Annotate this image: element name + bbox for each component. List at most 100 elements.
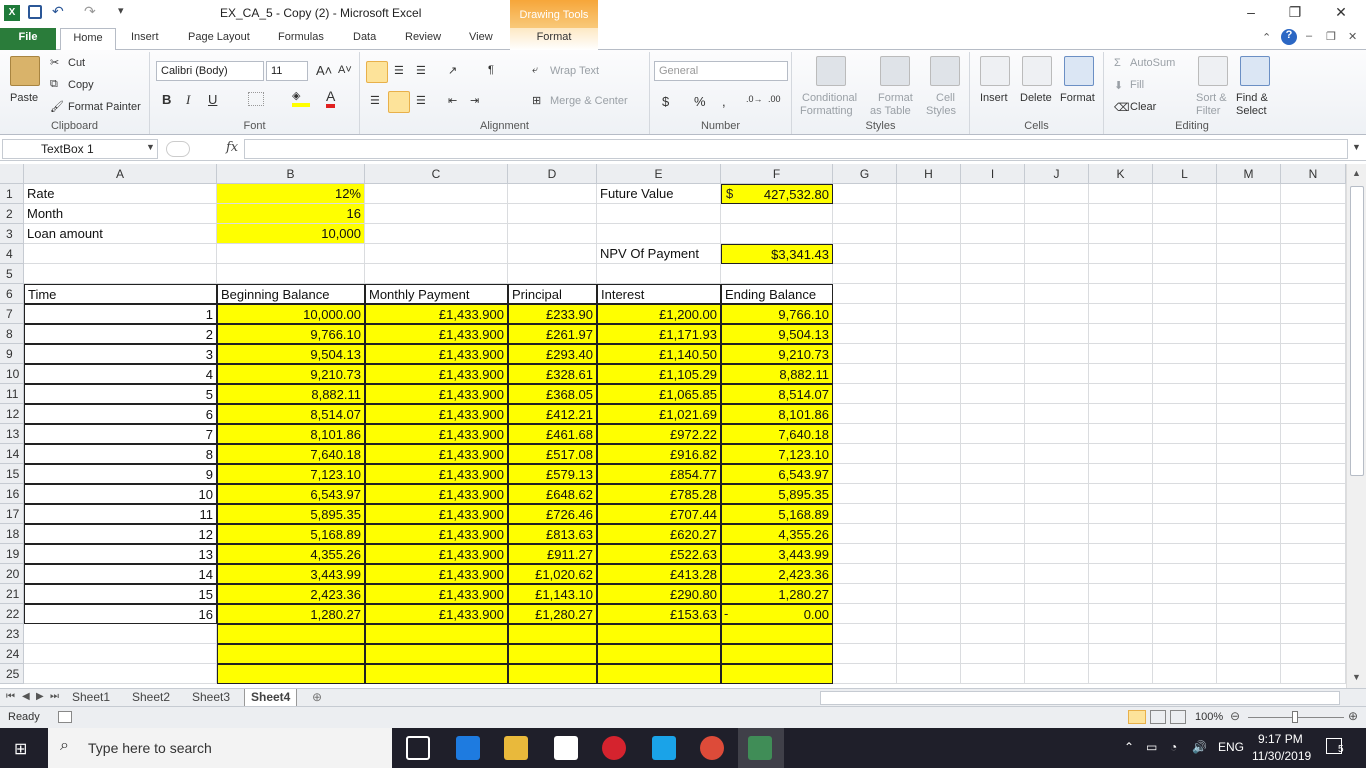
- table-cell[interactable]: £707.44: [597, 504, 721, 524]
- cell[interactable]: [1153, 464, 1217, 484]
- cell[interactable]: [1153, 224, 1217, 244]
- row-header-12[interactable]: 12: [0, 404, 24, 424]
- cell[interactable]: [1089, 524, 1153, 544]
- cell[interactable]: [1217, 344, 1281, 364]
- table-cell[interactable]: £522.63: [597, 544, 721, 564]
- cell[interactable]: [721, 204, 833, 224]
- cell[interactable]: [897, 324, 961, 344]
- page-break-view-icon[interactable]: [1170, 710, 1186, 724]
- cell[interactable]: [1025, 484, 1089, 504]
- cell[interactable]: [24, 644, 217, 664]
- empty-highlight-cell[interactable]: [365, 644, 508, 664]
- cell[interactable]: [1153, 344, 1217, 364]
- table-cell[interactable]: £1,200.00: [597, 304, 721, 324]
- cell[interactable]: [1217, 604, 1281, 624]
- table-cell[interactable]: £233.90: [508, 304, 597, 324]
- cell[interactable]: [1217, 244, 1281, 264]
- minimize-button[interactable]: –: [1236, 4, 1266, 24]
- column-header-n[interactable]: N: [1281, 164, 1346, 184]
- cell[interactable]: [1281, 664, 1346, 684]
- sort-filter-button-line2[interactable]: Filter: [1196, 105, 1220, 117]
- table-cell[interactable]: 9,504.13: [217, 344, 365, 364]
- cell[interactable]: [833, 184, 897, 204]
- name-box-dropdown-icon[interactable]: ▼: [146, 142, 155, 152]
- customize-qat-icon[interactable]: ▾: [118, 4, 124, 17]
- row-header-22[interactable]: 22: [0, 604, 24, 624]
- vertical-scroll-thumb[interactable]: [1350, 186, 1364, 476]
- cell[interactable]: [24, 664, 217, 684]
- cell[interactable]: [833, 544, 897, 564]
- table-header[interactable]: Ending Balance: [721, 284, 833, 304]
- battery-icon[interactable]: ▭: [1146, 740, 1157, 754]
- cell[interactable]: [721, 224, 833, 244]
- cell[interactable]: [1217, 564, 1281, 584]
- cell[interactable]: [833, 244, 897, 264]
- format-cells-icon[interactable]: [1064, 56, 1094, 86]
- cell[interactable]: [1217, 664, 1281, 684]
- cell-styles-button-line2[interactable]: Styles: [926, 105, 956, 117]
- autosum-icon[interactable]: Σ: [1114, 57, 1121, 69]
- cell[interactable]: [1089, 424, 1153, 444]
- cell-e1-future-value-label[interactable]: Future Value: [597, 184, 721, 204]
- table-cell[interactable]: 8: [24, 444, 217, 464]
- cell[interactable]: [897, 264, 961, 284]
- cell[interactable]: [1281, 324, 1346, 344]
- cell[interactable]: [1153, 244, 1217, 264]
- cell[interactable]: [961, 364, 1025, 384]
- cell-f1-future-value[interactable]: 427,532.80: [721, 184, 833, 204]
- cell[interactable]: [1281, 404, 1346, 424]
- table-cell[interactable]: 4,355.26: [721, 524, 833, 544]
- cell[interactable]: [897, 464, 961, 484]
- table-cell[interactable]: 4: [24, 364, 217, 384]
- cell[interactable]: [1217, 644, 1281, 664]
- clear-icon[interactable]: ⌫: [1114, 101, 1130, 114]
- cell[interactable]: [1153, 524, 1217, 544]
- cell[interactable]: [365, 204, 508, 224]
- sort-filter-icon[interactable]: [1198, 56, 1228, 86]
- underline-button[interactable]: U: [208, 92, 217, 107]
- cell[interactable]: [961, 344, 1025, 364]
- font-name-select[interactable]: Calibri (Body): [156, 61, 264, 81]
- cell[interactable]: [1089, 364, 1153, 384]
- sheet-nav-prev-icon[interactable]: ◀: [22, 691, 30, 702]
- table-cell[interactable]: £1,433.900: [365, 324, 508, 344]
- table-cell[interactable]: 7,123.10: [217, 464, 365, 484]
- cell[interactable]: [897, 604, 961, 624]
- cell[interactable]: [1281, 504, 1346, 524]
- cell[interactable]: [961, 444, 1025, 464]
- cell[interactable]: [1089, 344, 1153, 364]
- column-header-d[interactable]: D: [508, 164, 597, 184]
- cell[interactable]: [365, 224, 508, 244]
- row-header-16[interactable]: 16: [0, 484, 24, 504]
- row-header-19[interactable]: 19: [0, 544, 24, 564]
- cell[interactable]: [1025, 184, 1089, 204]
- table-cell[interactable]: £261.97: [508, 324, 597, 344]
- cell[interactable]: [1217, 404, 1281, 424]
- scroll-down-icon[interactable]: ▼: [1352, 672, 1361, 682]
- edge-icon[interactable]: [456, 736, 480, 760]
- cell[interactable]: [1153, 604, 1217, 624]
- cell[interactable]: [897, 404, 961, 424]
- table-cell[interactable]: 9,210.73: [217, 364, 365, 384]
- cell[interactable]: [961, 184, 1025, 204]
- format-painter-button[interactable]: Format Painter: [68, 101, 141, 113]
- name-box[interactable]: TextBox 1: [2, 139, 158, 159]
- table-cell[interactable]: 4,355.26: [217, 544, 365, 564]
- cell-a1-rate-label[interactable]: Rate: [24, 184, 217, 204]
- cell[interactable]: [1281, 604, 1346, 624]
- column-header-b[interactable]: B: [217, 164, 365, 184]
- cell[interactable]: [1153, 384, 1217, 404]
- cell[interactable]: [961, 264, 1025, 284]
- row-header-14[interactable]: 14: [0, 444, 24, 464]
- cell[interactable]: [1025, 344, 1089, 364]
- table-cell[interactable]: £1,433.900: [365, 544, 508, 564]
- cell[interactable]: [833, 304, 897, 324]
- cell[interactable]: [1217, 544, 1281, 564]
- row-header-1[interactable]: 1: [0, 184, 24, 204]
- cell[interactable]: [1089, 264, 1153, 284]
- zoom-slider-thumb[interactable]: [1292, 711, 1298, 723]
- row-header-13[interactable]: 13: [0, 424, 24, 444]
- table-cell[interactable]: 8,101.86: [721, 404, 833, 424]
- table-cell[interactable]: £1,433.900: [365, 464, 508, 484]
- table-cell[interactable]: £854.77: [597, 464, 721, 484]
